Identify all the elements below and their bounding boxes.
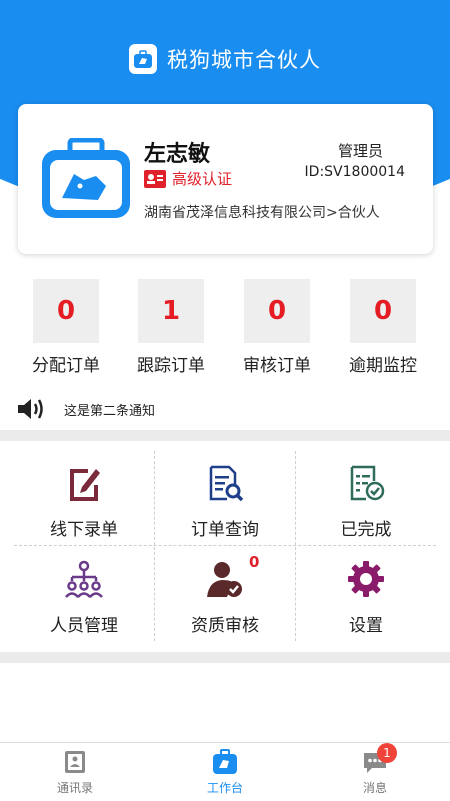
section-divider bbox=[0, 652, 450, 663]
notice-text: 这是第二条通知 bbox=[64, 403, 156, 419]
stat-label: 审核订单 bbox=[243, 356, 311, 376]
tab-workbench[interactable]: 工作台 bbox=[150, 749, 300, 796]
bottom-nav: 通讯录 工作台 1 消息 bbox=[0, 742, 450, 801]
menu-order-query[interactable]: 订单查询 bbox=[155, 451, 295, 547]
menu-offline-order[interactable]: 线下录单 bbox=[14, 451, 154, 547]
certification-label: 高级认证 bbox=[172, 170, 233, 188]
user-role: 管理员 bbox=[337, 142, 383, 160]
user-verify-icon bbox=[207, 562, 242, 597]
document-check-icon bbox=[350, 465, 385, 501]
message-count-badge: 1 bbox=[377, 743, 397, 763]
menu-label: 设置 bbox=[349, 616, 383, 636]
stat-value: 0 bbox=[350, 279, 416, 343]
tab-label: 消息 bbox=[362, 781, 387, 795]
menu-qualification-review[interactable]: 0 资质审核 bbox=[155, 547, 295, 643]
menu-staff-management[interactable]: 人员管理 bbox=[14, 547, 154, 643]
document-search-icon bbox=[209, 465, 244, 502]
stat-value: 1 bbox=[138, 279, 204, 343]
menu-completed[interactable]: 已完成 bbox=[296, 451, 436, 547]
avatar bbox=[42, 138, 130, 218]
contacts-book-icon bbox=[65, 751, 85, 773]
tab-label: 工作台 bbox=[206, 781, 243, 795]
id-card-icon bbox=[144, 169, 166, 188]
menu-label: 人员管理 bbox=[50, 616, 118, 636]
stat-tracking-orders[interactable]: 1 跟踪订单 bbox=[118, 279, 224, 376]
stat-value: 0 bbox=[244, 279, 310, 343]
stat-label: 逾期监控 bbox=[349, 356, 417, 376]
people-tree-icon bbox=[65, 560, 103, 598]
profile-card[interactable]: 左志敏 高级认证 管理员 ID:SV1800014 湖南省茂泽信息科技有限公司>… bbox=[18, 104, 433, 254]
menu-label: 已完成 bbox=[340, 520, 392, 540]
gear-icon bbox=[348, 561, 384, 597]
menu-grid: 线下录单 订单查询 已完成 人员管理 0 资质审核 设置 bbox=[0, 451, 450, 643]
user-name: 左志敏 bbox=[144, 142, 211, 167]
speaker-icon bbox=[18, 399, 43, 419]
tab-messages[interactable]: 1 消息 bbox=[300, 743, 450, 796]
notice-bar[interactable]: 这是第二条通知 bbox=[16, 396, 155, 422]
stat-review-orders[interactable]: 0 审核订单 bbox=[224, 279, 330, 376]
app-header: 税狗城市合伙人 bbox=[0, 44, 450, 74]
stat-value: 0 bbox=[33, 279, 99, 343]
app-title: 税狗城市合伙人 bbox=[167, 48, 321, 72]
stat-overdue-monitor[interactable]: 0 逾期监控 bbox=[330, 279, 436, 376]
stat-label: 跟踪订单 bbox=[137, 356, 205, 376]
tab-contacts[interactable]: 通讯录 bbox=[0, 749, 150, 796]
certification-badge: 高级认证 bbox=[144, 168, 232, 189]
section-divider bbox=[0, 430, 450, 441]
order-stats: 0 分配订单 1 跟踪订单 0 审核订单 0 逾期监控 bbox=[0, 279, 450, 379]
app-logo-icon bbox=[129, 44, 157, 74]
user-id: ID:SV1800014 bbox=[304, 164, 405, 180]
tab-label: 通讯录 bbox=[56, 781, 93, 795]
menu-label: 资质审核 bbox=[191, 616, 259, 636]
menu-label: 线下录单 bbox=[50, 520, 118, 540]
company-name: 湖南省茂泽信息科技有限公司>合伙人 bbox=[144, 205, 380, 221]
review-count-badge: 0 bbox=[249, 553, 260, 571]
workbench-icon bbox=[213, 749, 237, 774]
stat-assigned-orders[interactable]: 0 分配订单 bbox=[13, 279, 119, 376]
menu-label: 订单查询 bbox=[191, 520, 259, 540]
edit-document-icon bbox=[70, 469, 100, 501]
menu-settings[interactable]: 设置 bbox=[296, 547, 436, 643]
stat-label: 分配订单 bbox=[32, 356, 100, 376]
